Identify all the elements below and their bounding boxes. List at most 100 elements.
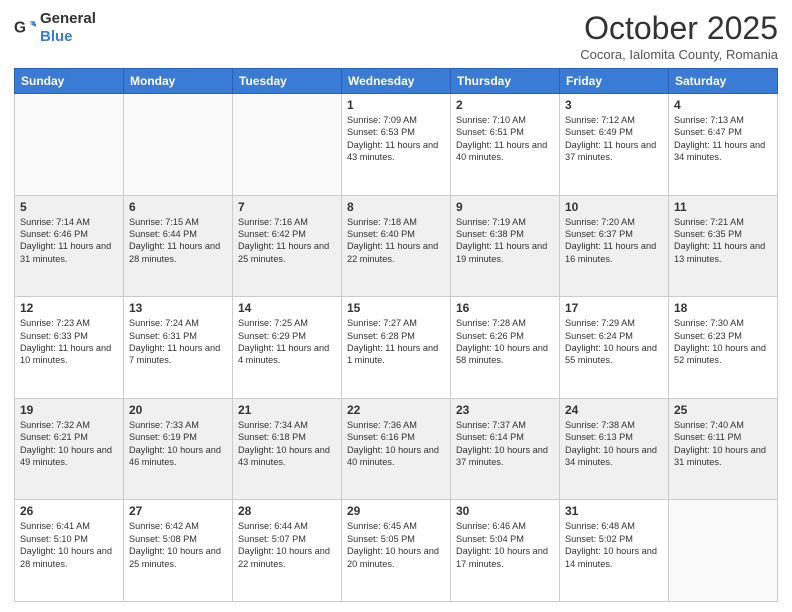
- cell-content: Sunrise: 7:19 AMSunset: 6:38 PMDaylight:…: [456, 216, 554, 266]
- cell-content: Sunrise: 6:44 AMSunset: 5:07 PMDaylight:…: [238, 520, 336, 570]
- calendar-cell: 13 Sunrise: 7:24 AMSunset: 6:31 PMDayligh…: [124, 297, 233, 399]
- day-number: 27: [129, 504, 227, 518]
- day-number: 8: [347, 200, 445, 214]
- cell-content: Sunrise: 6:41 AMSunset: 5:10 PMDaylight:…: [20, 520, 118, 570]
- calendar-header: SundayMondayTuesdayWednesdayThursdayFrid…: [15, 69, 778, 94]
- calendar-cell: 17Sunrise: 7:29 AMSunset: 6:24 PMDayligh…: [560, 297, 669, 399]
- day-number: 20: [129, 403, 227, 417]
- calendar-cell: 16Sunrise: 7:28 AMSunset: 6:26 PMDayligh…: [451, 297, 560, 399]
- cell-content: Sunrise: 7:21 AMSunset: 6:35 PMDaylight:…: [674, 216, 772, 266]
- day-number: 12: [20, 301, 118, 315]
- week-row: 1Sunrise: 7:09 AMSunset: 6:53 PMDaylight…: [15, 94, 778, 196]
- calendar-cell: 15 Sunrise: 7:27 AMSunset: 6:28 PMDayligh…: [342, 297, 451, 399]
- calendar-cell: 8 Sunrise: 7:18 AMSunset: 6:40 PMDaylight…: [342, 195, 451, 297]
- day-number: 2: [456, 98, 554, 112]
- svg-text:G: G: [14, 19, 26, 36]
- cell-content: Sunrise: 7:40 AMSunset: 6:11 PMDaylight:…: [674, 419, 772, 469]
- calendar-cell: 28 Sunrise: 6:44 AMSunset: 5:07 PMDayligh…: [233, 500, 342, 602]
- week-row: 5Sunrise: 7:14 AMSunset: 6:46 PMDaylight…: [15, 195, 778, 297]
- day-number: 22: [347, 403, 445, 417]
- day-number: 4: [674, 98, 772, 112]
- cell-content: Sunrise: 7:33 AMSunset: 6:19 PMDaylight:…: [129, 419, 227, 469]
- calendar-cell: 26 Sunrise: 6:41 AMSunset: 5:10 PMDayligh…: [15, 500, 124, 602]
- day-header-monday: Monday: [124, 69, 233, 94]
- cell-content: Sunrise: 7:38 AMSunset: 6:13 PMDaylight:…: [565, 419, 663, 469]
- cell-content: Sunrise: 7:25 AMSunset: 6:29 PMDaylight:…: [238, 317, 336, 367]
- day-number: 23: [456, 403, 554, 417]
- cell-content: Sunrise: 7:32 AMSunset: 6:21 PMDaylight:…: [20, 419, 118, 469]
- week-row: 12 Sunrise: 7:23 AMSunset: 6:33 PMDayligh…: [15, 297, 778, 399]
- cell-content: Sunrise: 6:45 AMSunset: 5:05 PMDaylight:…: [347, 520, 445, 570]
- day-number: 14: [238, 301, 336, 315]
- day-number: 26: [20, 504, 118, 518]
- calendar-cell: 2 Sunrise: 7:10 AMSunset: 6:51 PMDaylight…: [451, 94, 560, 196]
- calendar-cell: [233, 94, 342, 196]
- calendar-cell: 23 Sunrise: 7:37 AMSunset: 6:14 PMDayligh…: [451, 398, 560, 500]
- day-number: 10: [565, 200, 663, 214]
- calendar-cell: 19 Sunrise: 7:32 AMSunset: 6:21 PMDayligh…: [15, 398, 124, 500]
- day-number: 31: [565, 504, 663, 518]
- calendar-cell: 4 Sunrise: 7:13 AMSunset: 6:47 PMDaylight…: [669, 94, 778, 196]
- day-number: 30: [456, 504, 554, 518]
- week-row: 26 Sunrise: 6:41 AMSunset: 5:10 PMDayligh…: [15, 500, 778, 602]
- calendar-cell: 12 Sunrise: 7:23 AMSunset: 6:33 PMDayligh…: [15, 297, 124, 399]
- cell-content: Sunrise: 7:28 AMSunset: 6:26 PMDaylight:…: [456, 317, 554, 367]
- day-header-friday: Friday: [560, 69, 669, 94]
- calendar-cell: [669, 500, 778, 602]
- page: G General Blue October 2025 Cocora, Ialo…: [0, 0, 792, 612]
- calendar-cell: 5Sunrise: 7:14 AMSunset: 6:46 PMDaylight…: [15, 195, 124, 297]
- day-number: 11: [674, 200, 772, 214]
- cell-content: Sunrise: 7:24 AMSunset: 6:31 PMDaylight:…: [129, 317, 227, 367]
- calendar-cell: 3 Sunrise: 7:12 AMSunset: 6:49 PMDaylight…: [560, 94, 669, 196]
- calendar-cell: [124, 94, 233, 196]
- calendar-cell: 9 Sunrise: 7:19 AMSunset: 6:38 PMDaylight…: [451, 195, 560, 297]
- cell-content: Sunrise: 6:46 AMSunset: 5:04 PMDaylight:…: [456, 520, 554, 570]
- logo-icon: G: [14, 17, 36, 39]
- day-number: 13: [129, 301, 227, 315]
- calendar-cell: 18 Sunrise: 7:30 AMSunset: 6:23 PMDayligh…: [669, 297, 778, 399]
- cell-content: Sunrise: 7:29 AMSunset: 6:24 PMDaylight:…: [565, 317, 663, 367]
- logo: G General Blue: [14, 10, 96, 46]
- cell-content: Sunrise: 7:36 AMSunset: 6:16 PMDaylight:…: [347, 419, 445, 469]
- cell-content: Sunrise: 7:15 AMSunset: 6:44 PMDaylight:…: [129, 216, 227, 266]
- calendar-cell: 1Sunrise: 7:09 AMSunset: 6:53 PMDaylight…: [342, 94, 451, 196]
- cell-content: Sunrise: 7:37 AMSunset: 6:14 PMDaylight:…: [456, 419, 554, 469]
- cell-content: Sunrise: 7:12 AMSunset: 6:49 PMDaylight:…: [565, 114, 663, 164]
- calendar-body: 1Sunrise: 7:09 AMSunset: 6:53 PMDaylight…: [15, 94, 778, 602]
- cell-content: Sunrise: 6:48 AMSunset: 5:02 PMDaylight:…: [565, 520, 663, 570]
- cell-content: Sunrise: 7:20 AMSunset: 6:37 PMDaylight:…: [565, 216, 663, 266]
- day-number: 9: [456, 200, 554, 214]
- cell-content: Sunrise: 7:18 AMSunset: 6:40 PMDaylight:…: [347, 216, 445, 266]
- logo-general: General: [40, 10, 96, 27]
- day-number: 5: [20, 200, 118, 214]
- subtitle: Cocora, Ialomita County, Romania: [580, 47, 778, 62]
- calendar-cell: 30 Sunrise: 6:46 AMSunset: 5:04 PMDayligh…: [451, 500, 560, 602]
- day-number: 29: [347, 504, 445, 518]
- cell-content: Sunrise: 7:30 AMSunset: 6:23 PMDaylight:…: [674, 317, 772, 367]
- top-header: G General Blue October 2025 Cocora, Ialo…: [14, 10, 778, 62]
- month-title: October 2025: [580, 10, 778, 47]
- day-number: 28: [238, 504, 336, 518]
- day-number: 18: [674, 301, 772, 315]
- cell-content: Sunrise: 7:23 AMSunset: 6:33 PMDaylight:…: [20, 317, 118, 367]
- calendar-cell: 24Sunrise: 7:38 AMSunset: 6:13 PMDayligh…: [560, 398, 669, 500]
- cell-content: Sunrise: 7:13 AMSunset: 6:47 PMDaylight:…: [674, 114, 772, 164]
- day-number: 19: [20, 403, 118, 417]
- week-row: 19 Sunrise: 7:32 AMSunset: 6:21 PMDayligh…: [15, 398, 778, 500]
- day-number: 15: [347, 301, 445, 315]
- calendar-table: SundayMondayTuesdayWednesdayThursdayFrid…: [14, 68, 778, 602]
- calendar-cell: 11 Sunrise: 7:21 AMSunset: 6:35 PMDayligh…: [669, 195, 778, 297]
- day-number: 1: [347, 98, 445, 112]
- cell-content: Sunrise: 7:10 AMSunset: 6:51 PMDaylight:…: [456, 114, 554, 164]
- calendar-cell: 10 Sunrise: 7:20 AMSunset: 6:37 PMDayligh…: [560, 195, 669, 297]
- calendar-cell: 27Sunrise: 6:42 AMSunset: 5:08 PMDayligh…: [124, 500, 233, 602]
- cell-content: Sunrise: 7:27 AMSunset: 6:28 PMDaylight:…: [347, 317, 445, 367]
- cell-content: Sunrise: 7:34 AMSunset: 6:18 PMDaylight:…: [238, 419, 336, 469]
- day-number: 3: [565, 98, 663, 112]
- day-header-saturday: Saturday: [669, 69, 778, 94]
- calendar-cell: 22 Sunrise: 7:36 AMSunset: 6:16 PMDayligh…: [342, 398, 451, 500]
- title-section: October 2025 Cocora, Ialomita County, Ro…: [580, 10, 778, 62]
- calendar-cell: 20 Sunrise: 7:33 AMSunset: 6:19 PMDayligh…: [124, 398, 233, 500]
- cell-content: Sunrise: 7:16 AMSunset: 6:42 PMDaylight:…: [238, 216, 336, 266]
- days-row: SundayMondayTuesdayWednesdayThursdayFrid…: [15, 69, 778, 94]
